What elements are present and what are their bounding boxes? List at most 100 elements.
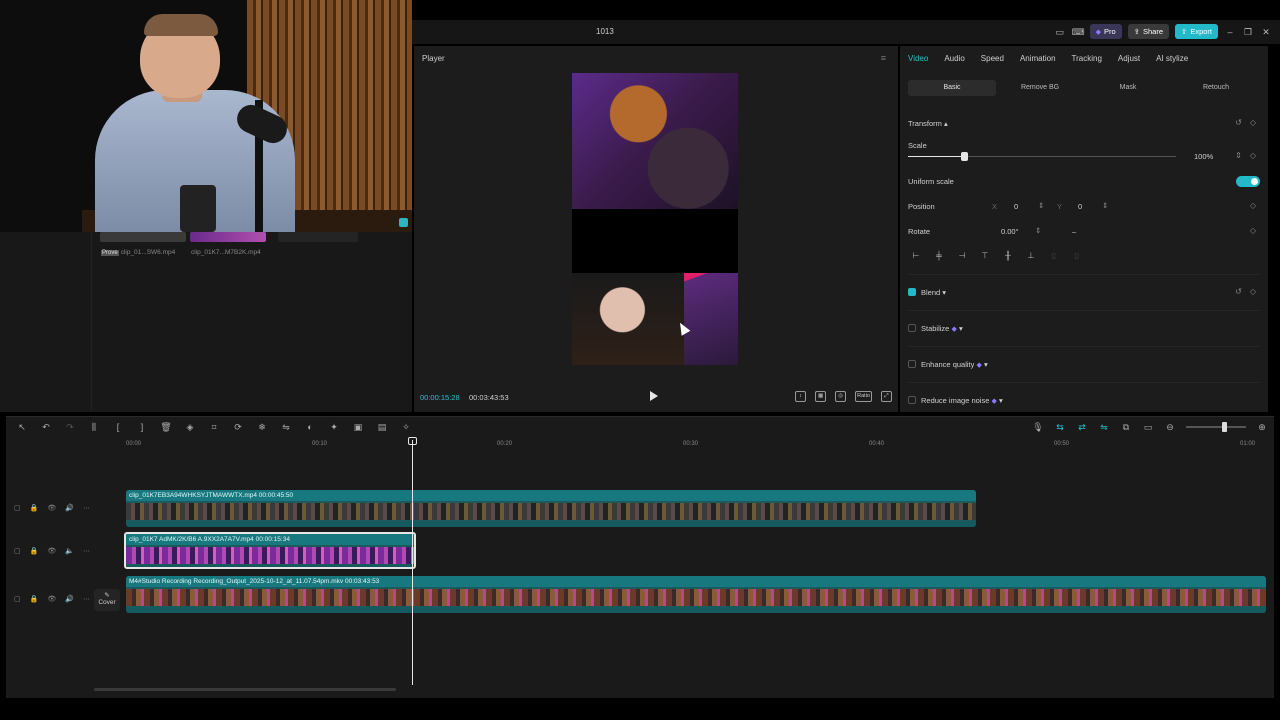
align-center-h-icon[interactable]: ╪ bbox=[933, 251, 945, 261]
media-thumb[interactable] bbox=[190, 232, 266, 242]
cover-button[interactable]: ✎ Cover bbox=[94, 589, 120, 611]
freeze-icon[interactable]: ❄ bbox=[256, 421, 268, 433]
export-button[interactable]: ⇧ Export bbox=[1175, 24, 1218, 39]
stepper-icon[interactable]: ⇕ bbox=[1038, 201, 1044, 210]
timeline-clip-selected[interactable]: clip_01K7 AdMK/2K/B6 A.9XX2A7A7V.mp4 00:… bbox=[124, 532, 416, 569]
lock-icon[interactable]: 🔒 bbox=[30, 504, 39, 512]
rotate-field[interactable]: 0.00° bbox=[1001, 227, 1019, 236]
keyframe-icon[interactable]: ◇ bbox=[1250, 226, 1256, 235]
scale-value[interactable]: 100% bbox=[1194, 152, 1213, 161]
auto-snap-icon[interactable]: ⇄ bbox=[1076, 421, 1088, 433]
maximize-icon[interactable]: ❐ bbox=[1242, 26, 1254, 38]
rotate-dash[interactable]: – bbox=[1072, 227, 1076, 236]
select-tool-icon[interactable]: ↖ bbox=[16, 421, 28, 433]
split-left-icon[interactable]: [ bbox=[112, 421, 124, 433]
timeline-scrollbar[interactable] bbox=[94, 688, 396, 691]
enhance-quality-heading[interactable]: Enhance quality ◆ ▾ bbox=[921, 360, 988, 369]
align-right-icon[interactable]: ⊣ bbox=[956, 251, 968, 261]
microphone-icon[interactable]: 🎙 bbox=[1032, 421, 1044, 433]
media-thumb[interactable] bbox=[278, 232, 358, 242]
audio-icon[interactable]: 🔊 bbox=[65, 595, 74, 603]
align-center-v-icon[interactable]: ╫ bbox=[1002, 251, 1014, 261]
zoom-in-icon[interactable]: ⊕ bbox=[1256, 421, 1268, 433]
more-icon[interactable]: ⋯ bbox=[83, 595, 90, 603]
playhead[interactable] bbox=[412, 440, 413, 685]
align-left-icon[interactable]: ⊢ bbox=[910, 251, 922, 261]
stabilize-checkbox[interactable] bbox=[908, 324, 916, 332]
crop-icon[interactable]: ⌗ bbox=[208, 421, 220, 433]
auto-reframe-icon[interactable]: ▣ bbox=[352, 421, 364, 433]
uniform-scale-toggle[interactable] bbox=[1236, 176, 1260, 187]
stepper-icon[interactable]: ⇕ bbox=[1102, 201, 1108, 210]
timeline-clip[interactable]: clip_01K7EB3A94WHKSYJTMAWWTX.mp4 00:00:4… bbox=[126, 490, 976, 527]
fit-timeline-icon[interactable]: ▭ bbox=[1142, 421, 1154, 433]
enhance-quality-checkbox[interactable] bbox=[908, 360, 916, 368]
tab-speed[interactable]: Speed bbox=[981, 54, 1004, 63]
video-preview[interactable] bbox=[572, 73, 738, 365]
align-top-icon[interactable]: ⊤ bbox=[979, 251, 991, 261]
reset-icon[interactable]: ↺ bbox=[1235, 118, 1242, 127]
stepper-icon[interactable]: ⇕ bbox=[1035, 226, 1041, 235]
snapshot-icon[interactable]: ◎ bbox=[835, 391, 847, 402]
cover-image-icon[interactable]: ▤ bbox=[376, 421, 388, 433]
close-icon[interactable]: ✕ bbox=[1260, 26, 1272, 38]
ai-icon[interactable]: ✧ bbox=[400, 421, 412, 433]
blend-checkbox[interactable] bbox=[908, 288, 916, 296]
audio-muted-icon[interactable]: 🔈 bbox=[65, 547, 74, 555]
split-right-icon[interactable]: ] bbox=[136, 421, 148, 433]
marker-icon[interactable]: ◈ bbox=[184, 421, 196, 433]
matte-icon[interactable]: ◐ bbox=[304, 421, 316, 433]
lock-icon[interactable]: 🔒 bbox=[30, 547, 39, 555]
audio-icon[interactable]: 🔊 bbox=[65, 504, 74, 512]
eye-icon[interactable]: 👁 bbox=[47, 504, 56, 512]
linkage-icon[interactable]: ⇋ bbox=[1098, 421, 1110, 433]
keyframe-icon[interactable]: ◇ bbox=[1250, 151, 1256, 160]
layout-icon[interactable]: ▭ bbox=[1054, 26, 1066, 38]
fullscreen-icon[interactable]: ⤢ bbox=[881, 391, 892, 402]
zoom-slider[interactable] bbox=[1186, 422, 1246, 432]
position-x-field[interactable]: 0 bbox=[1014, 202, 1018, 211]
media-thumb[interactable] bbox=[100, 232, 186, 242]
time-ruler[interactable]: 00:00 00:10 00:20 00:30 00:40 00:50 01:0… bbox=[126, 439, 1274, 451]
zoom-out-icon[interactable]: ⊖ bbox=[1164, 421, 1176, 433]
keyboard-icon[interactable]: ⌨ bbox=[1072, 26, 1085, 38]
stabilize-heading[interactable]: Stabilize ◆ ▾ bbox=[921, 324, 963, 333]
ratio-button[interactable]: Ratio bbox=[855, 391, 872, 402]
magic-icon[interactable]: ✦ bbox=[328, 421, 340, 433]
keyframe-icon[interactable]: ◇ bbox=[1250, 287, 1256, 296]
tab-audio[interactable]: Audio bbox=[944, 54, 964, 63]
track-icon[interactable]: ▢ bbox=[14, 595, 21, 603]
tab-video[interactable]: Video bbox=[908, 54, 928, 63]
eye-icon[interactable]: 👁 bbox=[47, 547, 56, 555]
split-icon[interactable]: ⫼ bbox=[88, 421, 100, 433]
position-y-field[interactable]: 0 bbox=[1078, 202, 1082, 211]
more-icon[interactable]: ⋯ bbox=[83, 504, 90, 512]
track-icon[interactable]: ▢ bbox=[14, 547, 21, 555]
tab-ai-stylize[interactable]: AI stylize bbox=[1156, 54, 1188, 63]
eye-icon[interactable]: 👁 bbox=[47, 595, 56, 603]
blend-heading[interactable]: Blend ▾ bbox=[921, 288, 946, 297]
reduce-noise-heading[interactable]: Reduce image noise ◆ ▾ bbox=[921, 396, 1003, 405]
play-icon[interactable] bbox=[650, 391, 658, 401]
timeline-clip-main[interactable]: M4#Studio Recording Recording_Output_202… bbox=[126, 576, 1266, 613]
subtab-basic[interactable]: Basic bbox=[908, 80, 996, 96]
tab-animation[interactable]: Animation bbox=[1020, 54, 1056, 63]
fit-icon[interactable]: ↕ bbox=[795, 391, 807, 402]
minimize-icon[interactable]: – bbox=[1224, 26, 1236, 38]
scale-slider-handle[interactable] bbox=[961, 152, 969, 161]
keyframe-icon[interactable]: ◇ bbox=[1250, 118, 1256, 127]
speed-icon[interactable]: ⟳ bbox=[232, 421, 244, 433]
keyframe-icon[interactable]: ◇ bbox=[1250, 201, 1256, 210]
lock-icon[interactable]: 🔒 bbox=[30, 595, 39, 603]
reset-icon[interactable]: ↺ bbox=[1235, 287, 1242, 296]
tab-adjust[interactable]: Adjust bbox=[1118, 54, 1140, 63]
mirror-icon[interactable]: ⇋ bbox=[280, 421, 292, 433]
pro-button[interactable]: ◆ Pro bbox=[1089, 24, 1122, 39]
subtab-remove-bg[interactable]: Remove BG bbox=[996, 80, 1084, 96]
delete-icon[interactable]: 🗑 bbox=[160, 421, 172, 433]
subtab-retouch[interactable]: Retouch bbox=[1172, 80, 1260, 96]
share-button[interactable]: ⇪ Share bbox=[1127, 24, 1170, 39]
menu-icon[interactable]: ≡ bbox=[881, 53, 886, 63]
reduce-noise-checkbox[interactable] bbox=[908, 396, 916, 404]
quality-icon[interactable]: ▦ bbox=[815, 391, 827, 402]
